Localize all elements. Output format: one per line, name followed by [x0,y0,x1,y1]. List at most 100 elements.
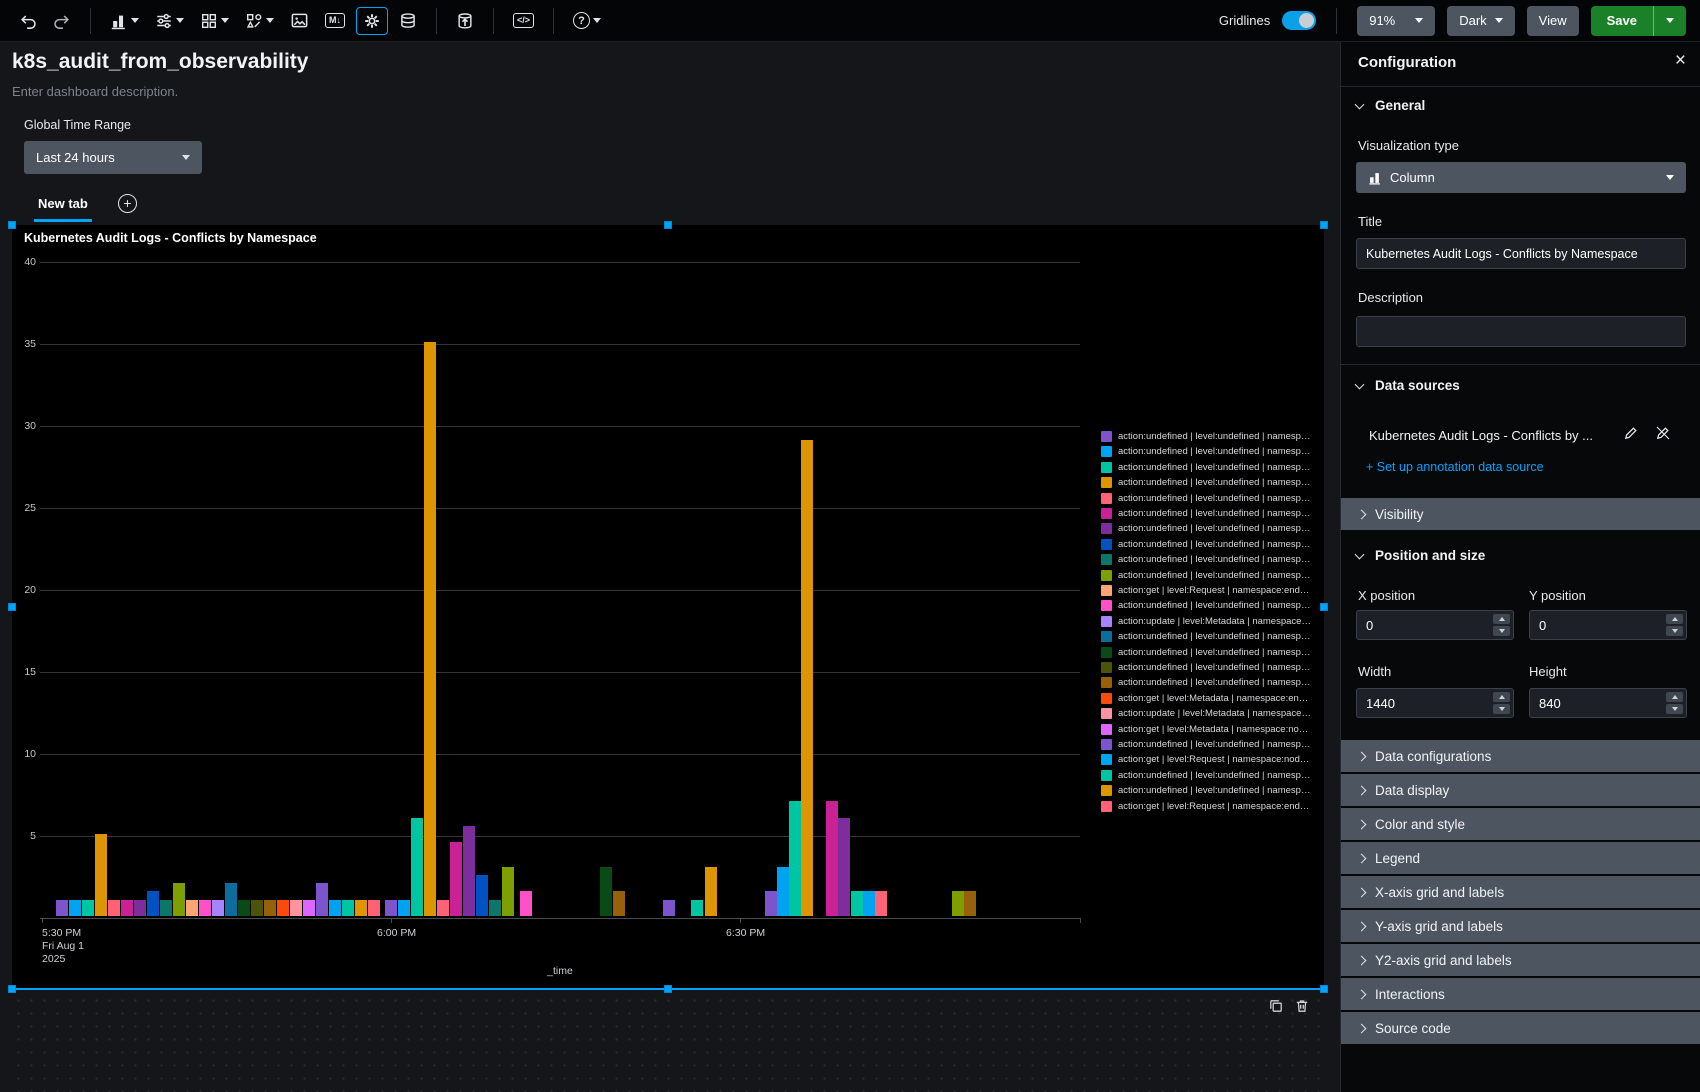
chart-bar [277,900,289,916]
save-options-button[interactable] [1654,6,1686,36]
section-data-sources[interactable]: Data sources [1356,378,1460,393]
x-axis-tick [740,918,741,923]
section-legend[interactable]: Legend [1341,842,1700,874]
code-glyph: </> [513,13,534,28]
y-tick-label: 40 [14,256,36,268]
section-y2-axis-grid-and-labels[interactable]: Y2-axis grid and labels [1341,944,1700,976]
legend-label: action:undefined | level:undefined | nam… [1118,647,1313,658]
layout-grid-icon[interactable] [195,8,234,34]
section-interactions[interactable]: Interactions [1341,978,1700,1010]
theme-dropdown[interactable]: Dark [1447,6,1514,36]
export-data-icon[interactable] [451,8,479,34]
chart-bar [705,867,717,916]
resize-handle-top-right[interactable] [1320,221,1328,229]
resize-handle-top-center[interactable] [664,221,672,229]
help-icon[interactable]: ? [568,8,606,33]
height-input[interactable] [1530,689,1660,717]
section-visibility-row[interactable]: Visibility [1341,498,1700,530]
section-position-and-size[interactable]: Position and size [1356,548,1485,563]
chart-bar [212,900,224,916]
zoom-level-dropdown[interactable]: 91% [1357,6,1435,36]
data-sources-icon[interactable] [394,8,422,34]
decrement-button[interactable] [1666,704,1683,714]
chevron-down-icon [1355,379,1365,389]
gridlines-toggle[interactable] [1282,11,1316,30]
divider [1341,364,1700,365]
add-tab-button[interactable]: + [118,194,137,213]
chart-bar [186,900,198,916]
delete-panel-icon[interactable] [1294,998,1310,1019]
legend-item: action:undefined | level:undefined | nam… [1101,631,1313,642]
section-color-and-style[interactable]: Color and style [1341,808,1700,840]
add-shape-icon[interactable] [240,8,279,34]
unlink-data-source-icon[interactable] [1655,425,1671,446]
y-position-input[interactable] [1530,611,1660,639]
x-position-input[interactable] [1357,611,1487,639]
chart-bar [875,891,887,916]
width-input[interactable] [1357,689,1487,717]
chart-panel[interactable]: Kubernetes Audit Logs - Conflicts by Nam… [12,225,1324,990]
toolbar-separator [436,8,437,34]
description-input[interactable] [1356,316,1686,347]
chevron-down-icon [1355,549,1365,559]
viz-type-dropdown[interactable]: Column [1356,162,1686,193]
width-stepper [1356,688,1514,718]
decrement-button[interactable] [1666,626,1683,636]
decrement-button[interactable] [1493,704,1510,714]
legend-swatch [1101,785,1112,796]
source-code-icon[interactable]: </> [508,9,539,32]
resize-handle-middle-left[interactable] [8,603,16,611]
tab-new-tab[interactable]: New tab [34,194,92,222]
data-source-name[interactable]: Kubernetes Audit Logs - Conflicts by ... [1369,428,1593,443]
increment-button[interactable] [1666,614,1683,624]
save-button[interactable]: Save [1591,6,1654,36]
legend-label: action:undefined | level:undefined | nam… [1118,493,1313,504]
section-general[interactable]: General [1356,98,1425,113]
add-image-icon[interactable] [285,7,314,34]
annotation-data-source-link[interactable]: + Set up annotation data source [1366,460,1544,474]
resize-handle-middle-right[interactable] [1320,603,1328,611]
time-range-dropdown[interactable]: Last 24 hours [24,141,202,174]
duplicate-panel-icon[interactable] [1268,998,1284,1019]
section-label: Color and style [1375,817,1465,832]
increment-button[interactable] [1493,614,1510,624]
view-button[interactable]: View [1527,6,1579,36]
section-data-display[interactable]: Data display [1341,774,1700,806]
chart-bar [303,900,315,916]
increment-button[interactable] [1666,692,1683,702]
markdown-icon[interactable]: M↓ [320,9,350,32]
legend-item: action:get | level:Metadata | namespace:… [1101,693,1313,704]
section-y-axis-grid-and-labels[interactable]: Y-axis grid and labels [1341,910,1700,942]
section-x-axis-grid-and-labels[interactable]: X-axis grid and labels [1341,876,1700,908]
section-source-code[interactable]: Source code [1341,1012,1700,1044]
legend-swatch [1101,754,1112,765]
increment-button[interactable] [1493,692,1510,702]
section-data-configurations[interactable]: Data configurations [1341,740,1700,772]
section-position-label: Position and size [1375,548,1485,563]
chart-bar [502,867,514,916]
legend-item: action:get | level:Request | namespace:e… [1101,585,1313,596]
gridline [40,344,1080,345]
resize-handle-bottom-right[interactable] [1320,985,1328,993]
legend-label: action:undefined | level:undefined | nam… [1118,539,1313,550]
decrement-button[interactable] [1493,626,1510,636]
chart-bar [238,900,250,916]
add-input-icon[interactable] [150,8,189,34]
edit-data-source-icon[interactable] [1623,425,1639,446]
y-tick-label: 35 [14,338,36,350]
close-icon[interactable]: × [1675,50,1686,72]
gridline [40,426,1080,427]
configuration-tool-icon[interactable] [356,7,388,35]
legend-label: action:undefined | level:undefined | nam… [1118,508,1313,519]
resize-handle-bottom-center[interactable] [664,985,672,993]
undo-icon[interactable] [14,8,42,34]
add-chart-icon[interactable] [105,8,144,34]
dashboard-description[interactable]: Enter dashboard description. [12,84,178,99]
dashboard-title[interactable]: k8s_audit_from_observability [12,50,308,74]
title-input[interactable] [1356,238,1686,269]
redo-icon[interactable] [48,8,76,34]
legend-label: action:get | level:Metadata | namespace:… [1118,724,1313,735]
resize-handle-bottom-left[interactable] [8,985,16,993]
chart-bar [121,900,133,916]
resize-handle-top-left[interactable] [8,221,16,229]
